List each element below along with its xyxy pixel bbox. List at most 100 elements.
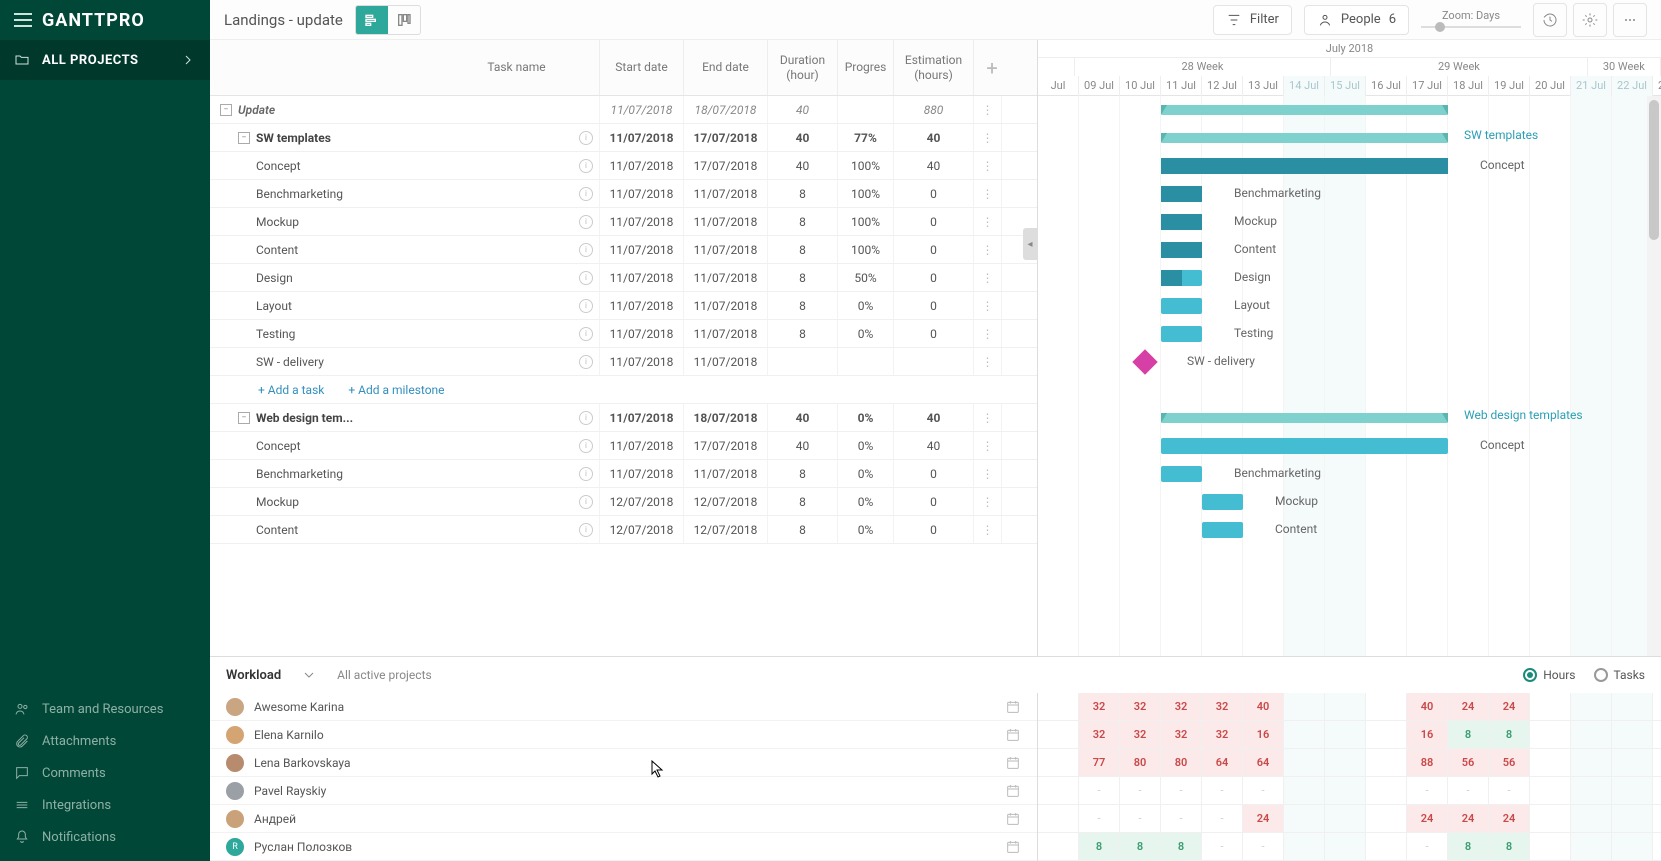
info-icon[interactable]: i bbox=[579, 327, 593, 341]
workload-person-row[interactable]: Андрей bbox=[210, 805, 1037, 833]
calendar-icon[interactable] bbox=[1005, 727, 1021, 743]
task-row[interactable]: Concepti11/07/201817/07/2018400%40⋮ bbox=[210, 432, 1037, 460]
workload-person-row[interactable]: RРуслан Полозков bbox=[210, 833, 1037, 861]
cell-estimation[interactable]: 880 bbox=[894, 96, 974, 123]
workload-cell[interactable]: 32 bbox=[1079, 721, 1120, 749]
workload-person-row[interactable]: Pavel Rayskiy bbox=[210, 777, 1037, 805]
gantt-bar[interactable] bbox=[1161, 242, 1202, 258]
workload-cell[interactable] bbox=[1612, 693, 1653, 721]
cell-end[interactable]: 12/07/2018 bbox=[684, 516, 768, 543]
workload-cell[interactable] bbox=[1612, 749, 1653, 777]
cell-progress[interactable]: 0% bbox=[838, 320, 894, 347]
cell-duration[interactable]: 40 bbox=[768, 96, 838, 123]
workload-cell[interactable] bbox=[1530, 805, 1571, 833]
workload-cell[interactable]: 8 bbox=[1161, 833, 1202, 861]
workload-cell[interactable] bbox=[1571, 777, 1612, 805]
workload-cell[interactable] bbox=[1325, 721, 1366, 749]
collapse-icon[interactable]: − bbox=[238, 132, 250, 144]
cell-duration[interactable]: 8 bbox=[768, 208, 838, 235]
workload-cell[interactable] bbox=[1530, 833, 1571, 861]
cell-estimation[interactable]: 40 bbox=[894, 152, 974, 179]
cell-progress[interactable]: 77% bbox=[838, 124, 894, 151]
workload-cell[interactable]: 8 bbox=[1448, 721, 1489, 749]
workload-cell[interactable] bbox=[1284, 721, 1325, 749]
workload-cell[interactable] bbox=[1325, 805, 1366, 833]
gantt-bar[interactable] bbox=[1161, 270, 1202, 286]
workload-cell[interactable] bbox=[1530, 749, 1571, 777]
info-icon[interactable]: i bbox=[579, 355, 593, 369]
cell-duration[interactable]: 8 bbox=[768, 292, 838, 319]
task-row[interactable]: Testingi11/07/201811/07/201880%0⋮ bbox=[210, 320, 1037, 348]
cell-duration[interactable]: 8 bbox=[768, 180, 838, 207]
task-row[interactable]: −Web design tem...i11/07/201818/07/20184… bbox=[210, 404, 1037, 432]
workload-cell[interactable]: 40 bbox=[1243, 693, 1284, 721]
cell-progress[interactable]: 100% bbox=[838, 236, 894, 263]
row-menu-icon[interactable]: ⋮ bbox=[974, 432, 1002, 459]
cell-start[interactable]: 11/07/2018 bbox=[600, 432, 684, 459]
cell-duration[interactable]: 8 bbox=[768, 488, 838, 515]
task-row[interactable]: Benchmarketingi11/07/201811/07/20188100%… bbox=[210, 180, 1037, 208]
workload-cell[interactable]: 8 bbox=[1489, 721, 1530, 749]
workload-cell[interactable]: 80 bbox=[1161, 749, 1202, 777]
info-icon[interactable]: i bbox=[579, 271, 593, 285]
row-menu-icon[interactable]: ⋮ bbox=[974, 96, 1002, 123]
workload-cell[interactable]: 32 bbox=[1202, 721, 1243, 749]
task-row[interactable]: Layouti11/07/201811/07/201880%0⋮ bbox=[210, 292, 1037, 320]
workload-cell[interactable] bbox=[1612, 777, 1653, 805]
cell-start[interactable]: 11/07/2018 bbox=[600, 348, 684, 375]
workload-cell[interactable] bbox=[1612, 805, 1653, 833]
more-button[interactable] bbox=[1613, 3, 1647, 37]
cell-end[interactable]: 11/07/2018 bbox=[684, 180, 768, 207]
add-milestone-link[interactable]: + Add a milestone bbox=[348, 383, 444, 397]
workload-cell[interactable] bbox=[1284, 805, 1325, 833]
workload-cell[interactable] bbox=[1571, 805, 1612, 833]
cell-end[interactable]: 11/07/2018 bbox=[684, 264, 768, 291]
cell-duration[interactable]: 40 bbox=[768, 124, 838, 151]
col-end-date[interactable]: End date bbox=[684, 40, 768, 95]
row-menu-icon[interactable]: ⋮ bbox=[974, 124, 1002, 151]
cell-estimation[interactable]: 0 bbox=[894, 488, 974, 515]
workload-cell[interactable]: - bbox=[1407, 777, 1448, 805]
cell-end[interactable]: 17/07/2018 bbox=[684, 124, 768, 151]
workload-cell[interactable]: 24 bbox=[1407, 805, 1448, 833]
workload-cell[interactable]: 24 bbox=[1489, 805, 1530, 833]
info-icon[interactable]: i bbox=[579, 523, 593, 537]
workload-cell[interactable] bbox=[1571, 749, 1612, 777]
info-icon[interactable]: i bbox=[579, 299, 593, 313]
calendar-icon[interactable] bbox=[1005, 811, 1021, 827]
workload-cell[interactable] bbox=[1612, 721, 1653, 749]
row-menu-icon[interactable]: ⋮ bbox=[974, 320, 1002, 347]
workload-cell[interactable]: - bbox=[1161, 777, 1202, 805]
calendar-icon[interactable] bbox=[1005, 783, 1021, 799]
task-row[interactable]: SW - deliveryi11/07/201811/07/2018⋮ bbox=[210, 348, 1037, 376]
workload-cell[interactable]: - bbox=[1202, 805, 1243, 833]
cell-progress[interactable]: 0% bbox=[838, 516, 894, 543]
workload-cell[interactable]: 32 bbox=[1161, 721, 1202, 749]
filter-button[interactable]: Filter bbox=[1213, 5, 1292, 35]
workload-cell[interactable] bbox=[1366, 693, 1407, 721]
workload-cell[interactable] bbox=[1366, 777, 1407, 805]
workload-cell[interactable]: 32 bbox=[1202, 693, 1243, 721]
cell-estimation[interactable]: 0 bbox=[894, 460, 974, 487]
collapse-icon[interactable]: − bbox=[238, 412, 250, 424]
row-menu-icon[interactable]: ⋮ bbox=[974, 348, 1002, 375]
cell-duration[interactable]: 40 bbox=[768, 404, 838, 431]
workload-cell[interactable] bbox=[1284, 693, 1325, 721]
workload-cell[interactable]: 77 bbox=[1079, 749, 1120, 777]
sidebar-item-notif[interactable]: Notifications bbox=[0, 821, 210, 853]
calendar-icon[interactable] bbox=[1005, 755, 1021, 771]
add-column-button[interactable]: + bbox=[974, 40, 1010, 95]
cell-duration[interactable]: 8 bbox=[768, 460, 838, 487]
gantt-bar[interactable] bbox=[1202, 494, 1243, 510]
info-icon[interactable]: i bbox=[579, 131, 593, 145]
cell-duration[interactable]: 40 bbox=[768, 432, 838, 459]
cell-progress[interactable]: 100% bbox=[838, 152, 894, 179]
workload-cell[interactable]: - bbox=[1120, 777, 1161, 805]
col-estimation[interactable]: Estimation (hours) bbox=[894, 40, 974, 95]
workload-cell[interactable]: - bbox=[1079, 805, 1120, 833]
chevron-down-icon[interactable] bbox=[301, 667, 317, 683]
workload-cell[interactable]: 32 bbox=[1120, 693, 1161, 721]
info-icon[interactable]: i bbox=[579, 159, 593, 173]
col-start-date[interactable]: Start date bbox=[600, 40, 684, 95]
history-button[interactable] bbox=[1533, 3, 1567, 37]
